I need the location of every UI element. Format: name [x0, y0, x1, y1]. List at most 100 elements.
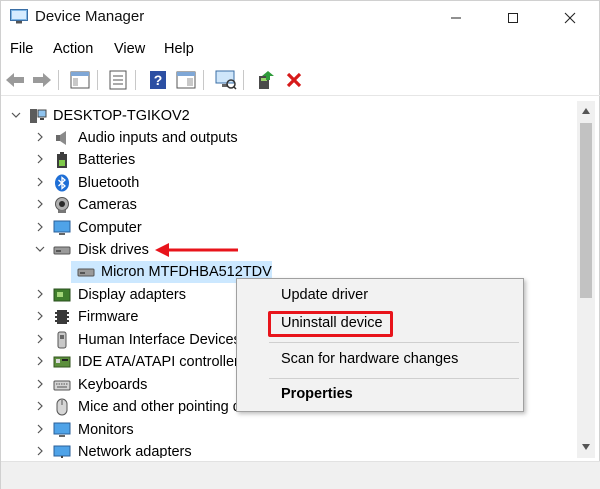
tree-item-label: Network adapters [78, 444, 192, 458]
uninstall-x-icon [286, 72, 302, 88]
tree-item-computer[interactable]: Computer [1, 217, 577, 239]
close-icon [564, 12, 576, 24]
ide-controller-icon [53, 356, 71, 368]
speaker-icon [56, 131, 66, 145]
toolbar-separator [243, 70, 244, 90]
firmware-icon [55, 310, 69, 324]
context-menu: Update driver Uninstall device Scan for … [236, 278, 524, 412]
menu-action[interactable]: Action [53, 41, 93, 57]
chevron-right-icon[interactable] [34, 131, 46, 143]
show-hidden-icon [109, 70, 127, 90]
menu-bar: File Action View Help [1, 38, 600, 62]
toolbar-separator [203, 70, 204, 90]
computer-root-icon [30, 109, 47, 123]
chevron-down-icon[interactable] [34, 243, 46, 255]
context-menu-separator [269, 378, 519, 379]
maximize-button[interactable] [490, 1, 536, 35]
properties-pane-icon [70, 71, 90, 89]
menu-item-scan-hardware[interactable]: Scan for hardware changes [281, 351, 458, 367]
chevron-right-icon[interactable] [34, 445, 46, 457]
view-button[interactable] [175, 69, 197, 91]
scan-monitor-icon [215, 70, 237, 90]
chevron-right-icon[interactable] [34, 355, 46, 367]
menu-item-update-driver[interactable]: Update driver [281, 287, 368, 303]
show-hidden-button[interactable] [107, 69, 129, 91]
chevron-right-icon[interactable] [34, 310, 46, 322]
minimize-icon [451, 17, 461, 19]
scroll-down-icon[interactable] [581, 443, 591, 451]
monitor-icon [53, 422, 71, 437]
view-icon [176, 71, 196, 89]
display-adapter-icon [53, 288, 71, 302]
scrollbar-thumb[interactable] [580, 123, 592, 298]
chevron-down-icon[interactable] [10, 109, 22, 121]
computer-icon [53, 220, 71, 235]
back-button[interactable] [4, 69, 26, 91]
window-title: Device Manager [35, 8, 145, 25]
chevron-right-icon[interactable] [34, 423, 46, 435]
help-icon: ? [150, 71, 166, 89]
tree-item-label: IDE ATA/ATAPI controllers [78, 354, 247, 370]
close-button[interactable] [547, 1, 593, 35]
tree-item-disk-drives[interactable]: Disk drives [1, 239, 577, 261]
tree-item-label: Firmware [78, 309, 139, 325]
tree-item-batteries[interactable]: Batteries [1, 149, 577, 171]
context-menu-separator [269, 342, 519, 343]
chevron-right-icon[interactable] [34, 288, 46, 300]
bluetooth-icon [55, 174, 69, 192]
tree-root-label: DESKTOP-TGIKOV2 [53, 108, 190, 124]
title-bar: Device Manager [1, 1, 600, 35]
tree-item-label: Cameras [78, 197, 137, 213]
tree-item-label: Disk drives [78, 242, 149, 258]
tree-item-audio[interactable]: Audio inputs and outputs [1, 127, 577, 149]
chevron-right-icon[interactable] [34, 153, 46, 165]
tree-item-monitors[interactable]: Monitors [1, 419, 577, 441]
minimize-button[interactable] [433, 1, 479, 35]
tree-root[interactable]: DESKTOP-TGIKOV2 [1, 105, 577, 127]
chevron-right-icon[interactable] [34, 221, 46, 233]
back-icon [6, 73, 24, 87]
chevron-right-icon[interactable] [34, 198, 46, 210]
chevron-right-icon[interactable] [34, 400, 46, 412]
annotation-arrow-icon [155, 243, 238, 257]
menu-file[interactable]: File [10, 41, 33, 57]
maximize-icon [508, 13, 518, 23]
device-manager-window: Device Manager File Action View Help ? D… [0, 0, 600, 489]
chevron-right-icon[interactable] [34, 378, 46, 390]
status-bar [1, 461, 600, 489]
scan-hardware-button[interactable] [215, 69, 237, 91]
keyboard-icon [53, 380, 71, 391]
chevron-right-icon[interactable] [34, 333, 46, 345]
uninstall-button[interactable] [283, 69, 305, 91]
menu-view[interactable]: View [114, 41, 145, 57]
tree-item-label: Computer [78, 220, 142, 236]
menu-help[interactable]: Help [164, 41, 194, 57]
camera-icon [55, 197, 69, 213]
forward-button[interactable] [31, 69, 53, 91]
tree-item-label: Human Interface Devices [78, 332, 241, 348]
tree-item-network[interactable]: Network adapters [1, 441, 577, 458]
network-adapter-icon [53, 445, 71, 458]
disk-drive-icon [53, 246, 71, 255]
help-button[interactable]: ? [147, 69, 169, 91]
properties-pane-button[interactable] [69, 69, 91, 91]
tree-item-label: Display adapters [78, 287, 186, 303]
scroll-up-icon[interactable] [581, 107, 591, 115]
toolbar-separator [97, 70, 98, 90]
tree-item-label: Batteries [78, 152, 136, 168]
tree-item-bluetooth[interactable]: Bluetooth [1, 172, 577, 194]
hid-icon [57, 331, 67, 349]
device-manager-icon [10, 9, 28, 24]
tree-item-label: Keyboards [78, 377, 148, 393]
menu-item-uninstall-device[interactable]: Uninstall device [281, 315, 383, 331]
menu-item-properties[interactable]: Properties [281, 386, 353, 402]
update-driver-icon [259, 71, 274, 89]
tree-item-label: Audio inputs and outputs [78, 130, 238, 146]
tree-item-cameras[interactable]: Cameras [1, 194, 577, 216]
toolbar-separator [58, 70, 59, 90]
toolbar-separator [135, 70, 136, 90]
chevron-right-icon[interactable] [34, 176, 46, 188]
svg-text:?: ? [154, 72, 163, 88]
battery-icon [57, 152, 67, 168]
update-driver-button[interactable] [255, 69, 277, 91]
